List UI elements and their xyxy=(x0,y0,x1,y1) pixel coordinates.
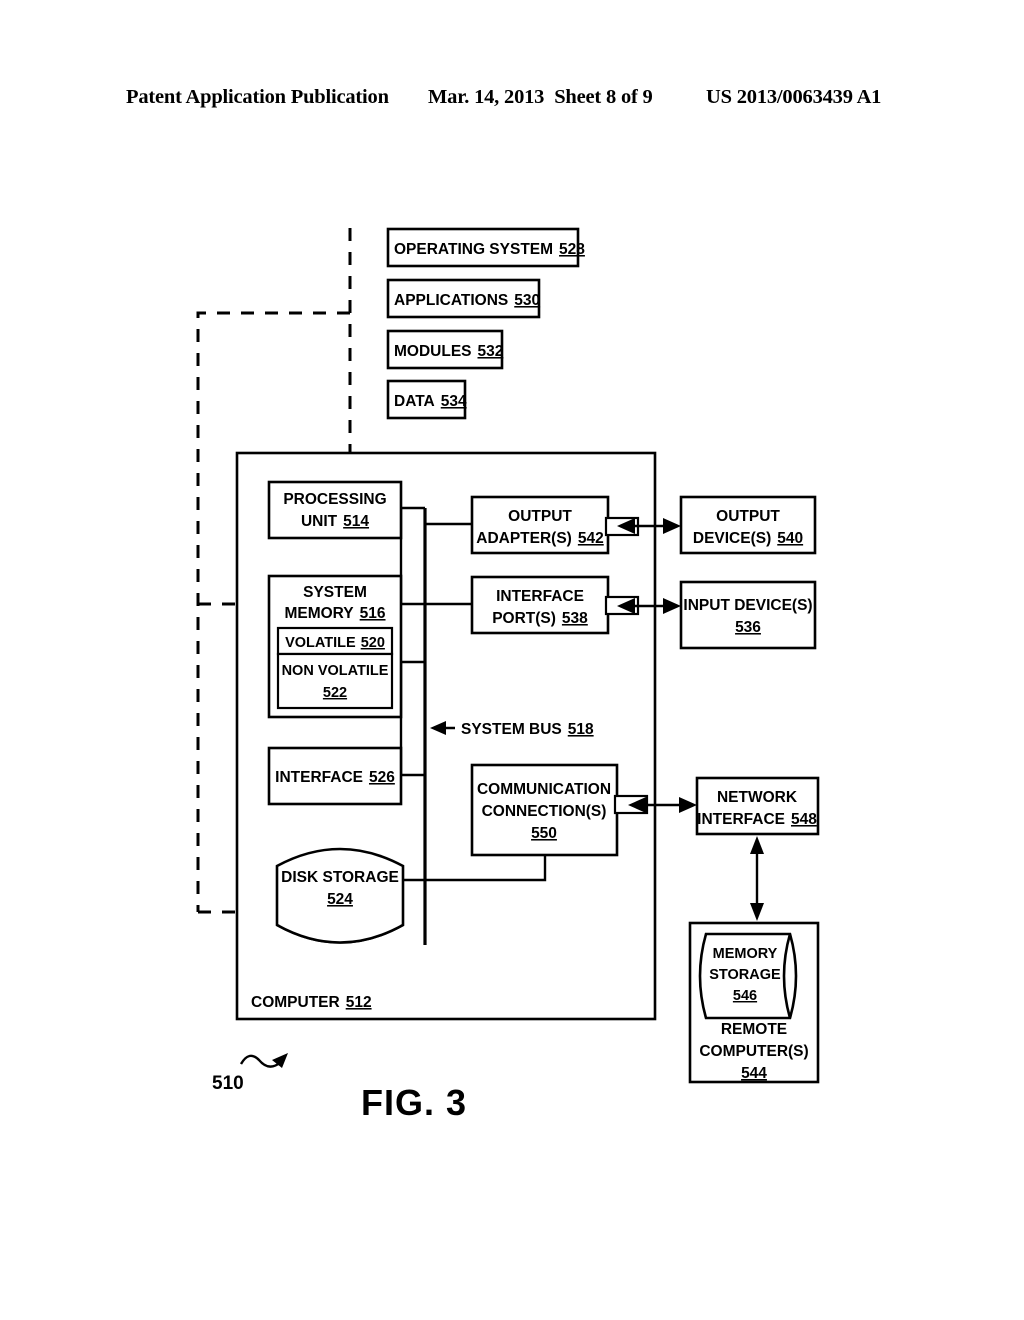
network-interface-label-line2: INTERFACE 548 xyxy=(697,811,817,828)
block-output-devices: OUTPUT DEVICE(S) 540 xyxy=(679,495,817,555)
block-processing-unit: PROCESSING UNIT 514 xyxy=(267,480,403,540)
disk-storage-ref: 524 xyxy=(327,891,353,908)
communication-connections-label-line1: COMMUNICATION xyxy=(477,781,611,798)
memory-storage-ref: 546 xyxy=(733,988,757,1004)
non-volatile-ref: 522 xyxy=(323,685,347,701)
figure-caption-text: FIG. 3 xyxy=(360,1082,468,1123)
communication-connections-label-line2: CONNECTION(S) xyxy=(482,803,607,820)
block-network-interface: NETWORK INTERFACE 548 xyxy=(695,776,820,836)
block-non-volatile-memory: NON VOLATILE 522 xyxy=(276,652,394,710)
arrowhead-remote-down xyxy=(750,903,764,921)
arrowhead-input-right xyxy=(663,598,681,614)
block-system-memory: SYSTEM MEMORY 516 VOLATILE 520 NON VOLATIL… xyxy=(267,574,403,719)
output-adapters-label-line2: ADAPTER(S) 542 xyxy=(476,530,603,547)
volatile-label: VOLATILE 520 xyxy=(285,635,385,651)
output-adapters-label-line1: OUTPUT xyxy=(508,508,572,525)
processing-unit-label-line2: UNIT 514 xyxy=(301,513,369,530)
processing-unit-label-line1: PROCESSING xyxy=(283,491,386,508)
software-block-data: DATA 534 xyxy=(386,379,467,420)
software-block-modules: MODULES 532 xyxy=(386,329,503,370)
input-devices-ref: 536 xyxy=(735,619,761,636)
network-interface-label-line1: NETWORK xyxy=(717,789,798,806)
output-devices-label-line1: OUTPUT xyxy=(716,508,780,525)
data-label: DATA 534 xyxy=(394,393,467,410)
arrowhead-network-right xyxy=(679,797,697,813)
system-bus-label: SYSTEM BUS 518 xyxy=(461,721,594,738)
system-memory-label-line2: MEMORY 516 xyxy=(284,605,385,622)
input-devices-label-line1: INPUT DEVICE(S) xyxy=(683,597,812,614)
output-devices-label-line2: DEVICE(S) 540 xyxy=(693,530,803,547)
remote-computers-ref: 544 xyxy=(741,1065,767,1082)
block-memory-storage: MEMORY STORAGE 546 xyxy=(698,932,798,1020)
interface-ports-label-line2: PORT(S) 538 xyxy=(492,610,588,627)
applications-label: APPLICATIONS 530 xyxy=(394,292,540,309)
block-volatile-memory: VOLATILE 520 xyxy=(276,626,394,656)
interface-label: INTERFACE 526 xyxy=(275,769,395,786)
communication-connections-ref: 550 xyxy=(531,825,557,842)
system-memory-label-line1: SYSTEM xyxy=(303,584,367,601)
patent-page: Patent Application Publication Mar. 14, … xyxy=(0,0,1024,1320)
block-disk-storage: DISK STORAGE 524 xyxy=(275,847,405,944)
computer-label: COMPUTER 512 xyxy=(251,994,372,1011)
interface-ports-label-line1: INTERFACE xyxy=(496,588,584,605)
remote-computers-label-line1: REMOTE xyxy=(721,1021,787,1038)
remote-computers-label-line2: COMPUTER(S) xyxy=(699,1043,808,1060)
memory-storage-label-line2: STORAGE xyxy=(709,967,781,983)
memory-storage-label-line1: MEMORY xyxy=(713,946,778,962)
arrowhead-output-right xyxy=(663,518,681,534)
arrowhead-remote-up xyxy=(750,836,764,854)
non-volatile-label-line1: NON VOLATILE xyxy=(282,663,389,679)
block-interface: INTERFACE 526 xyxy=(267,746,403,806)
software-block-applications: APPLICATIONS 530 xyxy=(386,278,541,319)
disk-storage-label: DISK STORAGE xyxy=(281,869,399,886)
block-input-devices: INPUT DEVICE(S) 536 xyxy=(679,580,817,650)
block-remote-computers: MEMORY STORAGE 546 REMOTE COMPUTER(S) 54… xyxy=(688,921,820,1084)
figure-caption: FIG. 3 xyxy=(0,1082,1024,1124)
software-block-operating-system: OPERATING SYSTEM 528 xyxy=(386,227,585,268)
modules-label: MODULES 532 xyxy=(394,343,503,360)
